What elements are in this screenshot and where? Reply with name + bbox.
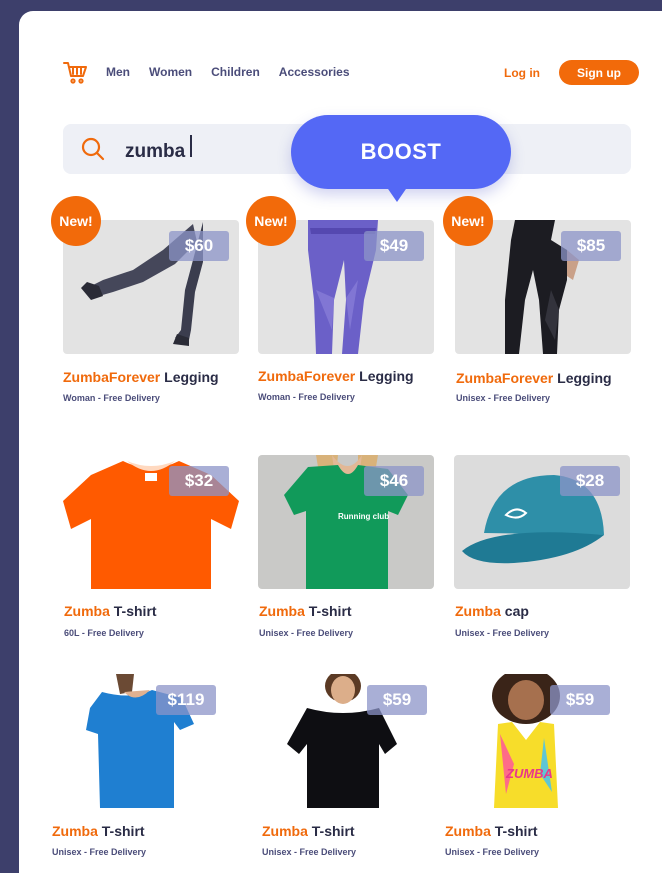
search-value: zumba: [125, 141, 186, 162]
product-name: T-shirt: [101, 823, 145, 839]
product-brand: Zumba: [445, 823, 491, 839]
product-name: Legging: [557, 370, 612, 386]
product-image[interactable]: $32: [63, 455, 239, 589]
search-icon[interactable]: [81, 137, 105, 161]
product-title[interactable]: ZumbaForever Legging: [456, 370, 612, 386]
product-name: T-shirt: [494, 823, 538, 839]
product-image[interactable]: $119: [62, 674, 238, 808]
boost-label: BOOST: [360, 139, 442, 164]
product-brand: Zumba: [455, 603, 501, 619]
price-tag: $32: [169, 466, 229, 496]
boost-button[interactable]: BOOST: [291, 115, 511, 189]
product-name: T-shirt: [113, 603, 157, 619]
product-card[interactable]: $119: [62, 674, 238, 808]
product-name: T-shirt: [308, 603, 352, 619]
price-tag: $46: [364, 466, 424, 496]
running-club-logo: Running club: [338, 512, 390, 521]
cart-icon[interactable]: [62, 59, 88, 85]
product-name: T-shirt: [311, 823, 355, 839]
nav-link-accessories[interactable]: Accessories: [279, 65, 350, 79]
price-tag: $85: [561, 231, 621, 261]
product-title[interactable]: Zumba cap: [455, 603, 529, 619]
product-name: cap: [504, 603, 529, 619]
nav-link-children[interactable]: Children: [211, 65, 260, 79]
price-tag: $59: [550, 685, 610, 715]
product-card[interactable]: $59: [261, 674, 437, 808]
product-title[interactable]: Zumba T-shirt: [52, 823, 145, 839]
product-subtitle: Unisex - Free Delivery: [262, 847, 357, 857]
product-name: Legging: [164, 369, 219, 385]
product-subtitle: Unisex - Free Delivery: [259, 628, 354, 638]
price-tag: $59: [367, 685, 427, 715]
product-brand: Zumba: [52, 823, 98, 839]
text-caret: [190, 135, 193, 157]
boost-pointer: [386, 186, 408, 202]
product-subtitle: Unisex - Free Delivery: [455, 628, 550, 638]
product-title[interactable]: Zumba T-shirt: [445, 823, 538, 839]
product-subtitle: Unisex - Free Delivery: [445, 847, 540, 857]
new-badge: New!: [246, 196, 296, 246]
product-brand: ZumbaForever: [63, 369, 161, 385]
product-subtitle: Unisex - Free Delivery: [456, 393, 551, 403]
product-name: Legging: [359, 368, 414, 384]
price-tag: $119: [156, 685, 216, 715]
product-subtitle: 60L - Free Delivery: [64, 628, 144, 638]
product-brand: ZumbaForever: [258, 368, 356, 384]
price-tag: $49: [364, 231, 424, 261]
product-title[interactable]: Zumba T-shirt: [262, 823, 355, 839]
product-subtitle: Unisex - Free Delivery: [52, 847, 147, 857]
product-brand: Zumba: [262, 823, 308, 839]
product-card[interactable]: ZUMBA $59: [444, 674, 620, 808]
login-link[interactable]: Log in: [504, 66, 540, 80]
product-image[interactable]: ZUMBA $59: [444, 674, 620, 808]
product-brand: ZumbaForever: [456, 370, 554, 386]
product-image[interactable]: $46 Running club: [258, 455, 434, 589]
nav-link-women[interactable]: Women: [149, 65, 192, 79]
product-image[interactable]: $28: [454, 455, 630, 589]
new-badge: New!: [443, 196, 493, 246]
product-title[interactable]: Zumba T-shirt: [259, 603, 352, 619]
product-card[interactable]: $46 Running club: [258, 455, 434, 589]
product-title[interactable]: ZumbaForever Legging: [258, 368, 414, 384]
shirt-print-logo: ZUMBA: [506, 766, 553, 781]
product-brand: Zumba: [64, 603, 110, 619]
product-brand: Zumba: [259, 603, 305, 619]
price-tag: $60: [169, 231, 229, 261]
product-image[interactable]: $59: [261, 674, 437, 808]
product-card[interactable]: $28: [454, 455, 630, 589]
price-tag: $28: [560, 466, 620, 496]
navbar: Men Women Children Accessories: [62, 58, 369, 86]
product-subtitle: Woman - Free Delivery: [63, 393, 160, 403]
signup-button[interactable]: Sign up: [559, 60, 639, 85]
product-subtitle: Woman - Free Delivery: [258, 392, 355, 402]
product-title[interactable]: ZumbaForever Legging: [63, 369, 219, 385]
product-card[interactable]: $32: [63, 455, 239, 589]
product-title[interactable]: Zumba T-shirt: [64, 603, 157, 619]
nav-link-men[interactable]: Men: [106, 65, 130, 79]
new-badge: New!: [51, 196, 101, 246]
